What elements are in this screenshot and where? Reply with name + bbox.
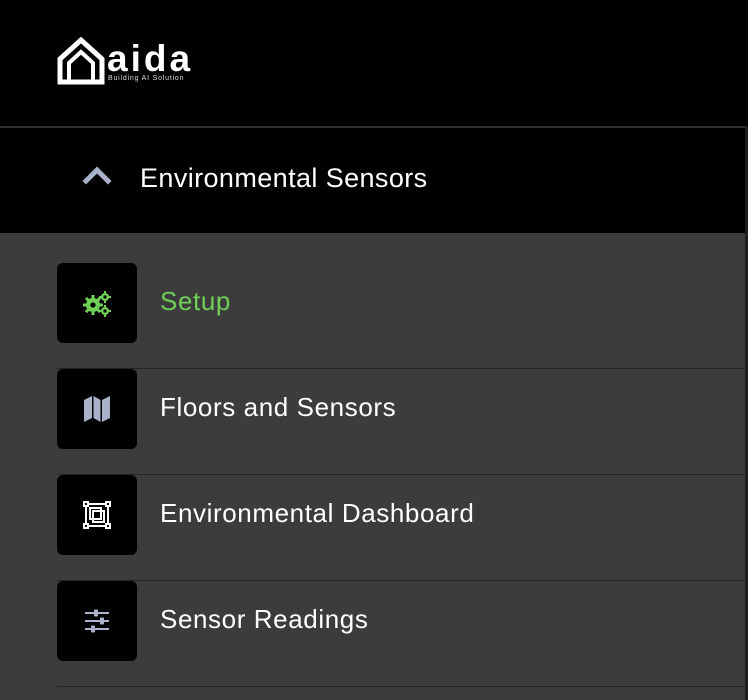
app-header: aida Building AI Solution xyxy=(0,0,748,128)
menu-item-environmental-dashboard[interactable]: Environmental Dashboard xyxy=(57,475,748,581)
dashboard-icon xyxy=(83,501,111,529)
menu-item-label: Floors and Sensors xyxy=(160,392,397,422)
chevron-up-icon[interactable] xyxy=(82,165,112,185)
menu-item-icon-box xyxy=(57,263,137,343)
menu-item-sensor-readings[interactable]: Sensor Readings xyxy=(57,581,748,687)
menu-item-setup[interactable]: Setup xyxy=(57,263,748,369)
section-title: Environmental Sensors xyxy=(140,163,428,193)
sliders-icon xyxy=(85,609,109,633)
menu-item-icon-box xyxy=(57,369,137,449)
menu-item-label: Environmental Dashboard xyxy=(160,498,475,528)
brand-logo[interactable]: aida Building AI Solution xyxy=(57,37,207,89)
gears-icon xyxy=(83,291,111,317)
menu-item-label: Setup xyxy=(160,286,231,316)
brand-tagline: Building AI Solution xyxy=(108,75,185,82)
menu-item-icon-box xyxy=(57,475,137,555)
menu-item-label: Sensor Readings xyxy=(160,604,369,634)
map-icon xyxy=(84,396,110,422)
menu-item-icon-box xyxy=(57,581,137,661)
menu-item-floors-and-sensors[interactable]: Floors and Sensors xyxy=(57,369,748,475)
house-logo-icon xyxy=(57,37,105,85)
